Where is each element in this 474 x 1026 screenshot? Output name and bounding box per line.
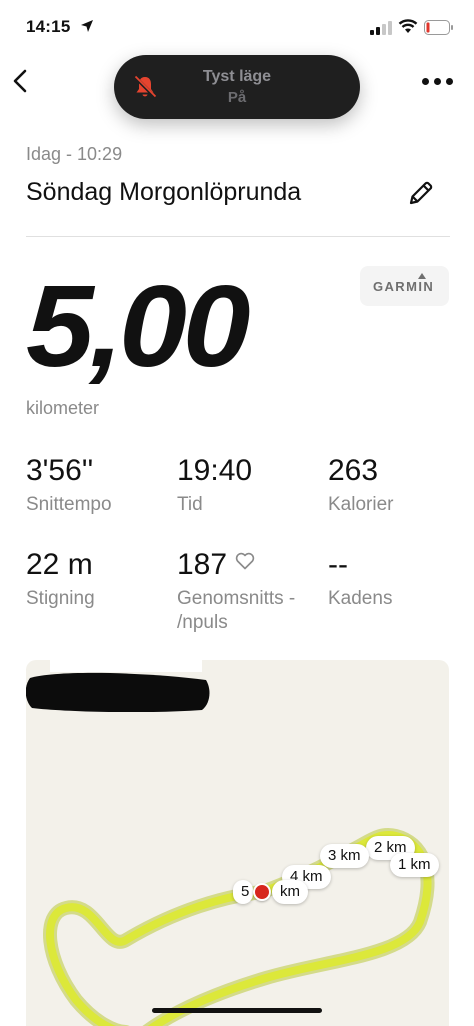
home-indicator — [152, 1008, 322, 1013]
stat-value: 263 — [328, 454, 379, 487]
stat-label: Stigning — [26, 588, 95, 609]
garmin-triangle-icon — [418, 273, 426, 279]
status-bar: 14:15 — [0, 0, 474, 52]
pencil-edit-icon[interactable] — [406, 178, 436, 208]
stat-label: Snittempo — [26, 494, 112, 515]
stat-value: 19:40 — [177, 454, 253, 487]
silent-mode-title: Tyst läge — [202, 68, 272, 85]
km-marker-3: 3 km — [320, 844, 369, 868]
silent-mode-banner: Tyst läge På — [114, 55, 360, 119]
back-chevron-icon[interactable] — [10, 66, 32, 96]
garmin-logo-text: GARMIN — [373, 279, 435, 294]
stat-avg-pace: 3'56'' Snittempo — [26, 456, 112, 517]
more-options-button[interactable] — [420, 70, 456, 94]
stat-value: 187 — [177, 548, 228, 581]
stat-value: 3'56'' — [26, 454, 94, 487]
stat-label: Tid — [177, 494, 203, 515]
stat-value: -- — [328, 548, 348, 581]
distance-unit: kilometer — [26, 398, 100, 418]
divider — [26, 236, 450, 237]
wifi-icon — [398, 19, 418, 33]
km-marker-5: 5 — [233, 880, 254, 904]
redacted-area — [26, 660, 210, 712]
status-time: 14:15 — [26, 17, 71, 36]
garmin-source-badge: GARMIN — [360, 266, 449, 306]
stat-value-row: 187 — [177, 550, 317, 580]
stat-cadence: -- Kadens — [328, 550, 392, 611]
activity-title: Söndag Morgonlöprunda — [26, 178, 302, 206]
route-map[interactable]: 2 km 1 km 3 km 4 km 5 km — [26, 660, 449, 1026]
stat-value: 22 m — [26, 548, 93, 581]
dot-icon — [422, 78, 429, 85]
location-arrow-icon — [81, 20, 93, 32]
dot-icon — [434, 78, 441, 85]
stat-label: Kalorier — [328, 494, 394, 515]
dot-icon — [446, 78, 453, 85]
cellular-signal-icon — [370, 21, 392, 35]
stat-calories: 263 Kalorier — [328, 456, 393, 517]
activity-date: Idag - 10:29 — [26, 144, 123, 164]
heart-outline-icon — [235, 552, 255, 570]
stat-label: Kadens — [328, 588, 393, 609]
distance-value: 5,00 — [26, 261, 250, 391]
battery-low-icon — [424, 20, 453, 35]
silent-mode-subtitle: På — [227, 89, 247, 106]
stat-avg-heart-rate: 187 Genomsnitts - /npuls — [177, 550, 317, 635]
stat-time: 19:40 Tid — [177, 456, 252, 517]
stat-elevation: 22 m Stigning — [26, 550, 95, 611]
km-marker-5-unit: km — [272, 880, 308, 904]
km-marker-1: 1 km — [390, 853, 439, 877]
route-end-marker — [253, 883, 271, 901]
stat-label: Genomsnitts - /npuls — [177, 588, 296, 633]
